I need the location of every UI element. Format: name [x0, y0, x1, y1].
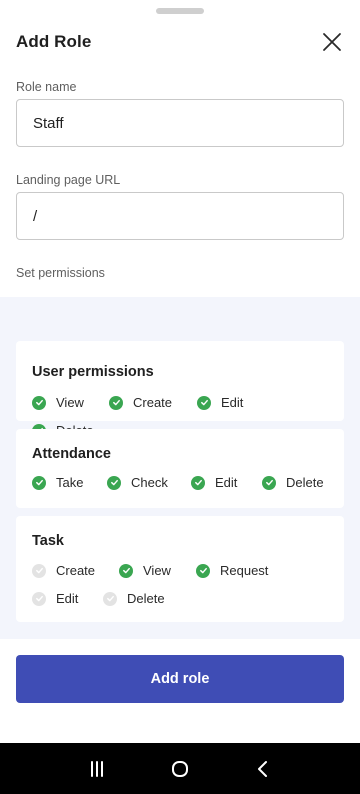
permission-label: Check: [131, 475, 168, 490]
check-circle-icon: [197, 395, 211, 410]
check-circle-icon: [109, 395, 123, 410]
permission-label: Create: [133, 395, 173, 410]
permission-toggle[interactable]: Edit: [191, 475, 237, 490]
permission-label: Create: [56, 563, 96, 578]
permission-toggle[interactable]: Delete: [103, 591, 165, 606]
permission-label: Request: [220, 563, 269, 578]
drag-handle[interactable]: [156, 8, 204, 14]
permission-group-title: Task: [32, 533, 64, 549]
permission-group-title: Attendance: [32, 446, 111, 462]
permission-label: Delete: [286, 475, 324, 490]
system-nav-bar: [0, 743, 360, 794]
check-circle-icon: [191, 475, 205, 490]
landing-url-label: Landing page URL: [16, 173, 121, 187]
permission-toggle[interactable]: View: [32, 395, 84, 410]
permission-toggle[interactable]: View: [119, 563, 171, 578]
check-circle-icon: [32, 475, 46, 490]
back-button[interactable]: [247, 753, 279, 785]
permission-toggle[interactable]: Create: [32, 563, 95, 578]
permissions-section: User permissions View Create Edit Delete…: [0, 297, 360, 639]
permission-card-user: User permissions View Create Edit Delete: [16, 341, 344, 438]
permission-toggle[interactable]: Edit: [197, 395, 243, 410]
role-name-input[interactable]: [16, 99, 344, 147]
add-role-button[interactable]: Add role: [16, 655, 344, 703]
close-button[interactable]: [320, 30, 344, 54]
permission-toggle[interactable]: Create: [109, 395, 172, 410]
check-circle-icon: [103, 591, 117, 606]
home-icon: [171, 760, 188, 777]
permission-card-attendance: Attendance Take Check Edit Delete: [16, 429, 344, 508]
permission-group-title: User permissions: [32, 364, 154, 380]
modal-header: Add Role: [16, 28, 344, 56]
close-icon: [323, 33, 341, 51]
permission-label: Delete: [127, 591, 165, 606]
permission-label: Take: [56, 475, 84, 490]
permission-label: View: [143, 563, 171, 578]
permission-toggle[interactable]: Delete: [262, 475, 324, 490]
check-circle-icon: [119, 563, 133, 578]
check-circle-icon: [107, 475, 121, 490]
permission-label: View: [56, 395, 84, 410]
check-circle-icon: [32, 395, 46, 410]
permission-label: Edit: [221, 395, 244, 410]
landing-url-input[interactable]: [16, 192, 344, 240]
permission-toggle[interactable]: Request: [196, 563, 268, 578]
check-circle-icon: [32, 563, 46, 578]
page-title: Add Role: [16, 32, 92, 51]
check-circle-icon: [32, 591, 46, 606]
permission-toggle[interactable]: Take: [32, 475, 83, 490]
recents-icon: [91, 760, 104, 777]
permission-card-task: Task Create View Request Edit Delete: [16, 516, 344, 622]
permission-label: Edit: [56, 591, 79, 606]
check-circle-icon: [196, 563, 210, 578]
back-icon: [257, 760, 267, 777]
check-circle-icon: [262, 475, 276, 490]
permission-toggle[interactable]: Edit: [32, 591, 78, 606]
home-button[interactable]: [164, 753, 196, 785]
role-name-label: Role name: [16, 80, 77, 94]
permission-toggle[interactable]: Check: [107, 475, 168, 490]
recents-button[interactable]: [81, 753, 113, 785]
permission-label: Edit: [215, 475, 238, 490]
set-permissions-label: Set permissions: [16, 266, 105, 280]
